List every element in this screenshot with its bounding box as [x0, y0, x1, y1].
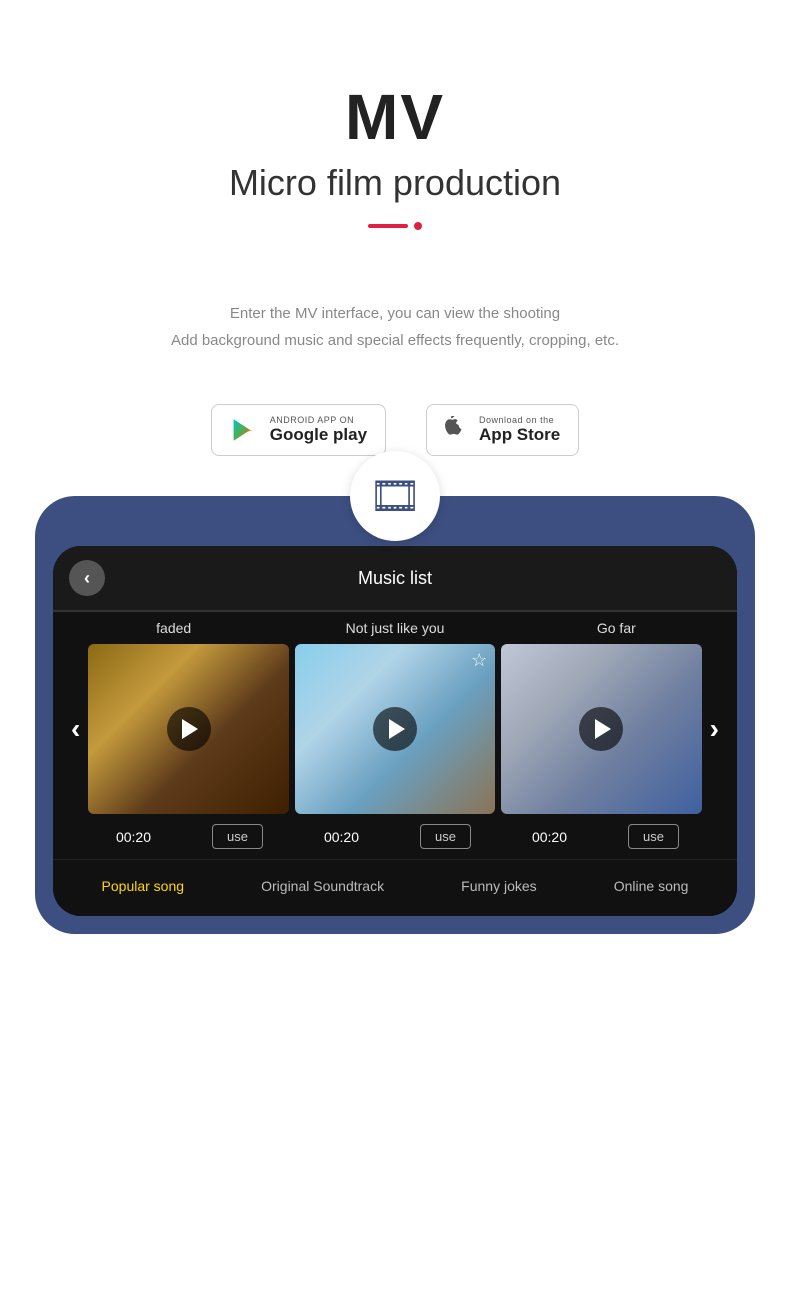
google-play-icon	[230, 415, 260, 445]
songs-row: ‹ ☆	[53, 644, 737, 814]
use-button-1[interactable]: use	[420, 824, 471, 849]
song-cards-container: ☆	[88, 644, 701, 814]
description-section: Enter the MV interface, you can view the…	[0, 260, 790, 384]
song-card-0	[88, 644, 288, 814]
song-title-1: Not just like you	[284, 620, 505, 636]
topbar-title: Music list	[105, 568, 685, 589]
app-store-text: Download on the App Store	[479, 415, 560, 445]
play-button-2[interactable]	[579, 707, 623, 751]
app-store-button[interactable]: Download on the App Store	[426, 404, 579, 456]
back-icon: ‹	[84, 568, 90, 589]
film-icon: 🎞	[368, 472, 421, 521]
play-button-1[interactable]	[373, 707, 417, 751]
google-play-button[interactable]: ANDROID APP ON Google play	[211, 404, 386, 456]
time-use-row: 00:20 use 00:20 use 00:20 use	[53, 814, 737, 859]
phone-topbar: ‹ Music list	[53, 546, 737, 610]
song-title-0: faded	[63, 620, 284, 636]
back-button[interactable]: ‹	[69, 560, 105, 596]
subtitle: Micro film production	[20, 162, 770, 204]
google-play-text: ANDROID APP ON Google play	[270, 415, 367, 445]
category-tabs: Popular song Original Soundtrack Funny j…	[53, 859, 737, 916]
header-section: MV Micro film production	[0, 0, 790, 260]
cat-tab-popular[interactable]: Popular song	[102, 874, 185, 898]
song-card-1: ☆	[295, 644, 495, 814]
google-small-label: ANDROID APP ON	[270, 415, 367, 425]
apple-small-label: Download on the	[479, 415, 560, 425]
film-icon-circle: 🎞	[350, 451, 440, 541]
star-icon: ☆	[471, 650, 487, 671]
play-triangle-0	[182, 719, 198, 739]
play-button-0[interactable]	[167, 707, 211, 751]
apple-big-label: App Store	[479, 425, 560, 445]
time-0: 00:20	[111, 829, 156, 845]
play-triangle-2	[595, 719, 611, 739]
time-1: 00:20	[319, 829, 364, 845]
time-2: 00:20	[527, 829, 572, 845]
mockup-outer: 🎞 ‹ Music list faded Not just like you G…	[35, 496, 755, 934]
play-triangle-1	[389, 719, 405, 739]
cat-tab-soundtrack[interactable]: Original Soundtrack	[261, 874, 384, 898]
use-button-2[interactable]: use	[628, 824, 679, 849]
divider-dot	[414, 222, 422, 230]
title-divider	[20, 222, 770, 230]
cat-tab-online[interactable]: Online song	[614, 874, 689, 898]
song-title-2: Go far	[506, 620, 727, 636]
description-line2: Add background music and special effects…	[100, 327, 690, 354]
use-button-0[interactable]: use	[212, 824, 263, 849]
song-card-2	[501, 644, 701, 814]
description-line1: Enter the MV interface, you can view the…	[100, 300, 690, 327]
cat-tab-jokes[interactable]: Funny jokes	[461, 874, 536, 898]
songs-header: faded Not just like you Go far	[53, 612, 737, 644]
google-big-label: Google play	[270, 425, 367, 445]
prev-arrow[interactable]: ‹	[63, 713, 88, 745]
divider-line	[368, 224, 408, 228]
mockup-wrapper: 🎞 ‹ Music list faded Not just like you G…	[0, 496, 790, 994]
next-arrow[interactable]: ›	[702, 713, 727, 745]
apple-icon	[445, 416, 469, 444]
phone-screen: ‹ Music list faded Not just like you Go …	[53, 546, 737, 916]
main-title: MV	[20, 80, 770, 154]
